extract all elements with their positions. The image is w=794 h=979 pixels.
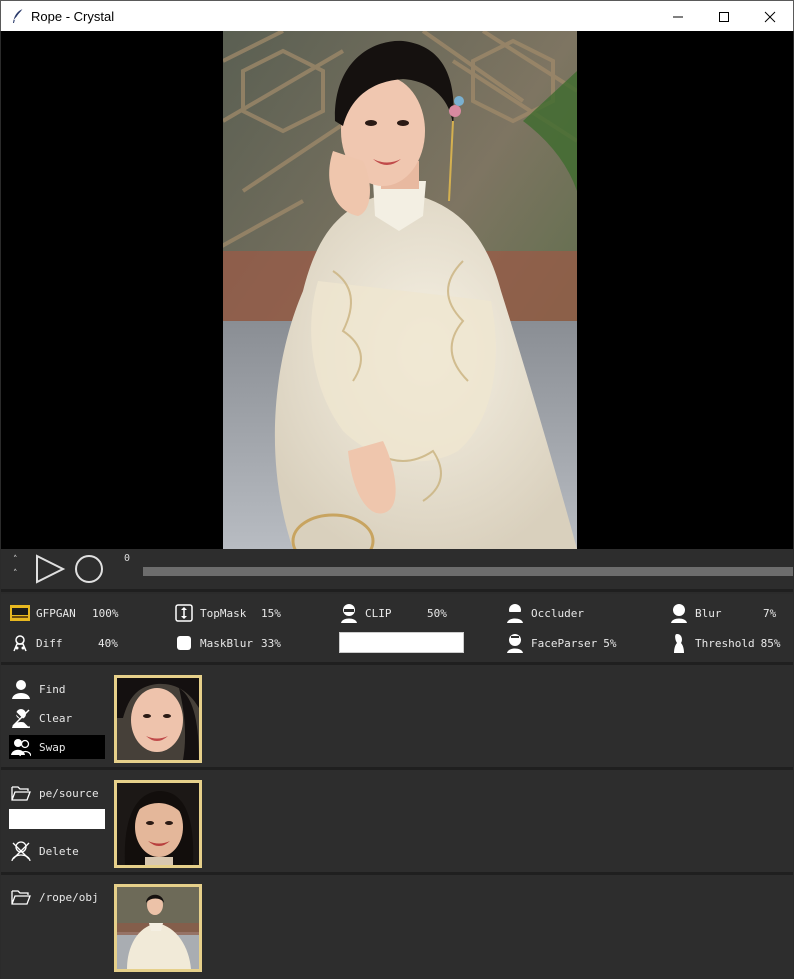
- diff-icon: [10, 633, 30, 653]
- swap-button[interactable]: Swap: [9, 735, 105, 759]
- up-arrow-icon-2[interactable]: ˄: [13, 567, 18, 581]
- found-face-thumbnail[interactable]: [114, 675, 202, 763]
- clip-label: CLIP: [365, 606, 392, 620]
- scroll-arrows[interactable]: ˄ ˄: [13, 553, 18, 581]
- folder-open-icon: [11, 887, 31, 907]
- clip-icon: [339, 603, 359, 623]
- minimize-icon: [673, 16, 683, 17]
- diff-label: Diff: [36, 636, 63, 650]
- clip-toggle[interactable]: CLIP 50%: [339, 602, 447, 624]
- window-title: Rope - Crystal: [31, 8, 115, 24]
- gfpgan-icon: [10, 603, 30, 623]
- occluder-label: Occluder: [531, 606, 584, 620]
- parameter-panel: GFPGAN 100% Diff 40% TopMask 15% MaskBlu…: [1, 594, 793, 662]
- maskblur-label: MaskBlur: [200, 636, 253, 650]
- diff-value[interactable]: 40%: [98, 637, 118, 650]
- gfpgan-label: GFPGAN: [36, 606, 76, 620]
- play-icon[interactable]: [34, 554, 66, 584]
- close-button[interactable]: [747, 1, 793, 32]
- faces-panel: Find Clear Swap: [1, 665, 793, 767]
- video-preview[interactable]: [1, 31, 793, 549]
- faceparser-label: FaceParser: [531, 636, 598, 650]
- blur-icon: [669, 603, 689, 623]
- preview-image: [223, 31, 577, 549]
- close-icon: [764, 11, 776, 22]
- maximize-icon: [719, 11, 729, 22]
- delete-label: Delete: [39, 844, 79, 858]
- faceparser-value[interactable]: 5%: [603, 637, 616, 650]
- gfpgan-toggle[interactable]: GFPGAN 100%: [10, 602, 119, 624]
- clear-icon: [11, 708, 31, 728]
- threshold-label: Threshold: [695, 636, 755, 650]
- minimize-button[interactable]: [655, 1, 701, 32]
- source-faces-panel: pe/source Delete: [1, 770, 793, 872]
- up-arrow-icon[interactable]: ˄: [13, 553, 18, 567]
- topmask-label: TopMask: [200, 606, 247, 620]
- find-label: Find: [39, 682, 66, 696]
- threshold-toggle[interactable]: Threshold 85%: [669, 632, 780, 654]
- blur-value[interactable]: 7%: [763, 607, 776, 620]
- delete-button[interactable]: Delete: [9, 839, 105, 863]
- player-bar: ˄ ˄ 0: [1, 549, 793, 589]
- record-icon[interactable]: [73, 554, 105, 584]
- folder-open-icon: [11, 783, 31, 803]
- frame-number: 0: [124, 553, 131, 564]
- target-media-panel: /rope/obj: [1, 875, 793, 979]
- clear-label: Clear: [39, 711, 73, 725]
- source-folder-label: pe/source: [39, 786, 99, 800]
- maskblur-icon: [174, 633, 194, 653]
- delete-person-icon: [11, 841, 31, 861]
- swap-icon: [11, 737, 31, 757]
- blur-label: Blur: [695, 606, 722, 620]
- occluder-toggle[interactable]: Occluder: [505, 602, 584, 624]
- topmask-toggle[interactable]: TopMask 15%: [174, 602, 281, 624]
- gfpgan-value[interactable]: 100%: [92, 607, 119, 620]
- swap-label: Swap: [39, 740, 66, 754]
- source-folder-button[interactable]: pe/source: [9, 781, 105, 805]
- find-button[interactable]: Find: [9, 677, 105, 701]
- occluder-icon: [505, 603, 525, 623]
- target-folder-button[interactable]: /rope/obj: [9, 885, 105, 909]
- source-search-input[interactable]: [9, 809, 105, 829]
- blur-toggle[interactable]: Blur 7%: [669, 602, 776, 624]
- target-folder-label: /rope/obj: [39, 890, 99, 904]
- faceparser-icon: [505, 633, 525, 653]
- topmask-icon: [174, 603, 194, 623]
- person-icon: [11, 679, 31, 699]
- maskblur-toggle[interactable]: MaskBlur 33%: [174, 632, 281, 654]
- topmask-value[interactable]: 15%: [261, 607, 281, 620]
- clip-value[interactable]: 50%: [427, 607, 447, 620]
- timeline-slider[interactable]: [143, 567, 793, 576]
- clear-button[interactable]: Clear: [9, 706, 105, 730]
- maximize-button[interactable]: [701, 1, 747, 32]
- maskblur-value[interactable]: 33%: [261, 637, 281, 650]
- title-bar: Rope - Crystal: [0, 0, 794, 31]
- source-face-thumbnail[interactable]: [114, 780, 202, 868]
- threshold-icon: [669, 633, 689, 653]
- divider: [1, 589, 793, 592]
- feather-icon: [13, 8, 24, 23]
- threshold-value[interactable]: 85%: [761, 637, 781, 650]
- faceparser-toggle[interactable]: FaceParser 5%: [505, 632, 616, 654]
- target-media-thumbnail[interactable]: [114, 884, 202, 972]
- diff-toggle[interactable]: Diff 40%: [10, 632, 118, 654]
- clip-text-input[interactable]: [339, 632, 464, 653]
